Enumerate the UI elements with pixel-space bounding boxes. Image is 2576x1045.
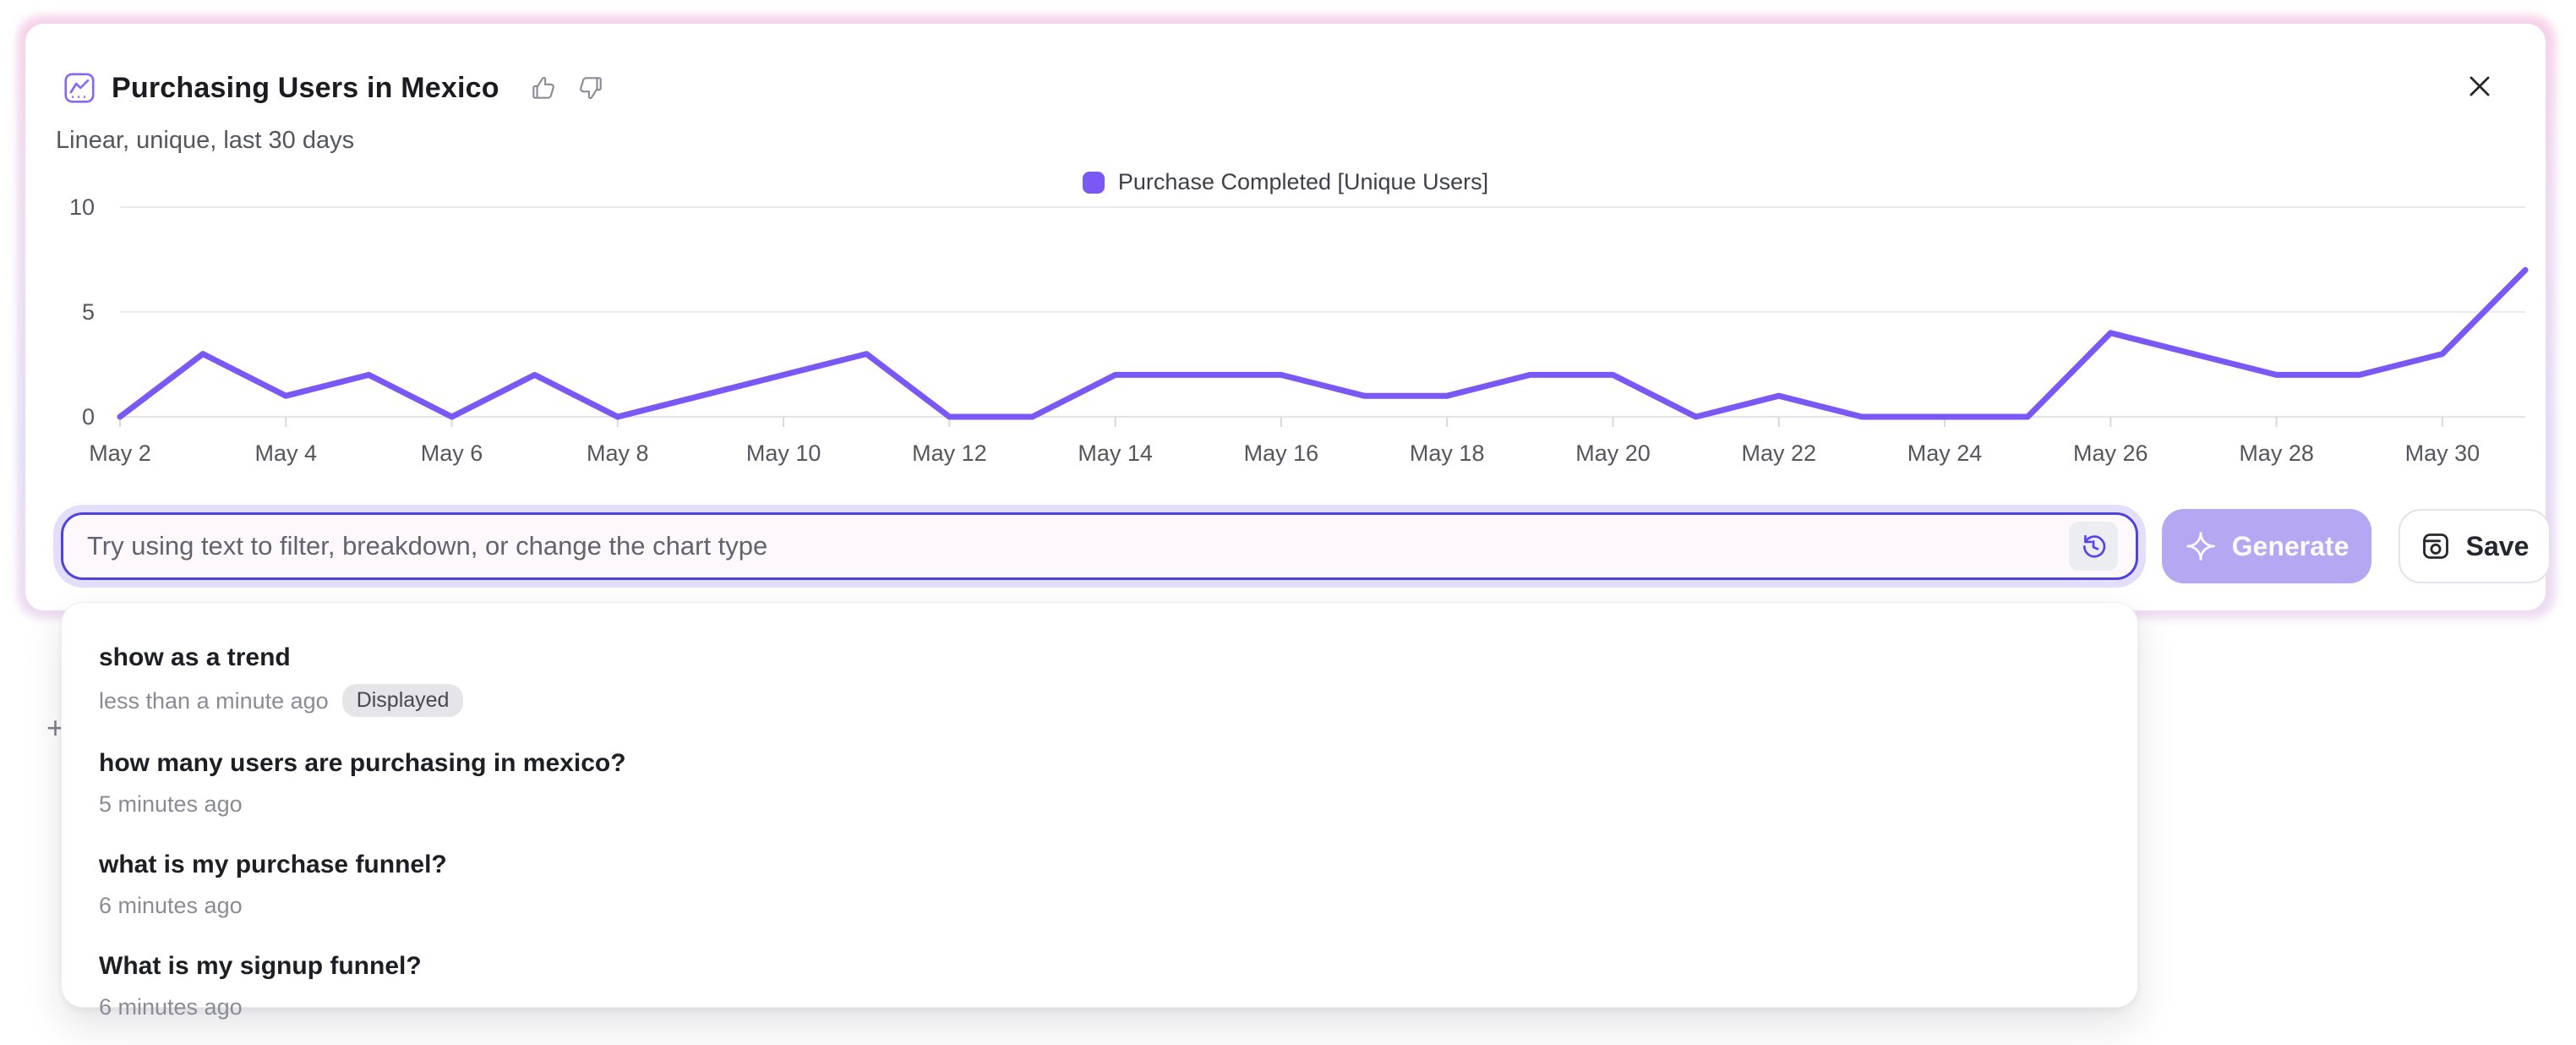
history-query: what is my purchase funnel? xyxy=(99,849,2100,881)
history-query: show as a trend xyxy=(99,642,2100,674)
x-axis-label: May 28 xyxy=(2239,440,2314,466)
x-axis-label: May 2 xyxy=(89,440,151,466)
history-time: 5 minutes ago xyxy=(99,790,243,818)
history-meta: 6 minutes ago xyxy=(99,993,2100,1021)
x-axis-label: May 26 xyxy=(2073,440,2148,466)
history-item[interactable]: show as a trend less than a minute ago D… xyxy=(62,626,2137,732)
close-icon[interactable] xyxy=(2461,68,2498,105)
save-button[interactable]: Save xyxy=(2399,509,2551,583)
x-axis-label: May 12 xyxy=(912,440,987,466)
history-meta: 5 minutes ago xyxy=(99,790,2100,818)
legend-swatch xyxy=(1083,172,1105,194)
history-time: 6 minutes ago xyxy=(99,891,243,920)
x-axis-label: May 16 xyxy=(1244,440,1319,466)
line-chart-icon xyxy=(63,71,96,105)
chart-card: Purchasing Users in Mexico Linear, uniqu… xyxy=(25,24,2546,610)
x-axis-label: May 10 xyxy=(746,440,821,466)
ai-query-input[interactable] xyxy=(61,512,2138,580)
history-query: What is my signup funnel? xyxy=(99,950,2100,982)
legend-label: Purchase Completed [Unique Users] xyxy=(1118,169,1488,195)
page-title: Purchasing Users in Mexico xyxy=(112,72,499,105)
x-axis-label: May 14 xyxy=(1078,440,1153,466)
x-axis-label: May 8 xyxy=(587,440,649,466)
x-axis-label: May 30 xyxy=(2405,440,2480,466)
generate-button[interactable]: Generate xyxy=(2162,509,2371,583)
history-meta: less than a minute ago Displayed xyxy=(99,684,2100,717)
chart-legend: Purchase Completed [Unique Users] xyxy=(25,169,2546,195)
history-item[interactable]: What is my signup funnel? 6 minutes ago xyxy=(62,935,2137,1037)
history-meta: 6 minutes ago xyxy=(99,891,2100,920)
card-header: Purchasing Users in Mexico xyxy=(63,71,608,105)
x-axis-label: May 6 xyxy=(421,440,483,466)
thumb-down-icon[interactable] xyxy=(574,71,608,105)
history-time: less than a minute ago xyxy=(99,687,329,715)
chart-subtitle: Linear, unique, last 30 days xyxy=(56,127,354,155)
feedback-controls xyxy=(527,71,608,105)
x-axis-label: May 22 xyxy=(1741,440,1816,466)
y-axis-label: 5 xyxy=(82,299,95,325)
history-query: how many users are purchasing in mexico? xyxy=(99,747,2100,780)
thumb-up-icon[interactable] xyxy=(527,71,560,105)
y-axis-label: 0 xyxy=(82,404,95,429)
y-axis-label: 10 xyxy=(69,194,95,220)
history-item[interactable]: what is my purchase funnel? 6 minutes ag… xyxy=(62,834,2137,935)
x-axis-label: May 24 xyxy=(1907,440,1983,466)
x-axis-label: May 4 xyxy=(255,440,318,466)
x-axis-label: May 18 xyxy=(1410,440,1485,466)
x-axis-label: May 20 xyxy=(1575,440,1651,466)
query-history-dropdown: show as a trend less than a minute ago D… xyxy=(61,602,2138,1008)
history-time: 6 minutes ago xyxy=(99,993,243,1021)
history-icon[interactable] xyxy=(2069,522,2118,571)
line-chart: 0 5 10 May 2 May 4 May 6 May 8 May 10 May 12 May … xyxy=(25,193,2546,497)
status-badge: Displayed xyxy=(342,684,464,717)
save-label: Save xyxy=(2466,531,2530,562)
generate-label: Generate xyxy=(2232,531,2350,562)
series-line xyxy=(120,270,2525,417)
history-item[interactable]: how many users are purchasing in mexico?… xyxy=(62,732,2137,834)
